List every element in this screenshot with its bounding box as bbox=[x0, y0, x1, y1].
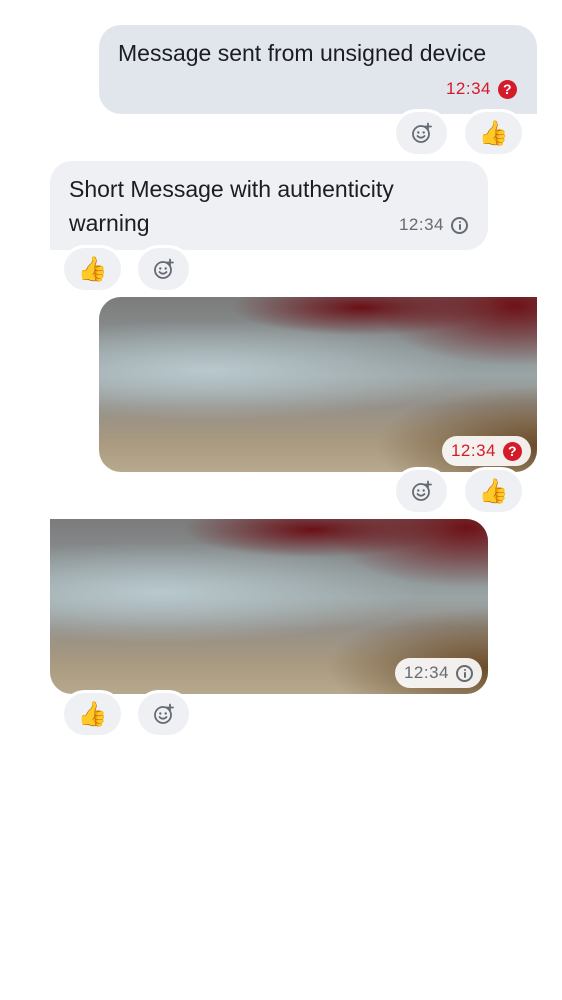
thumbs-up-reaction[interactable]: 👍 bbox=[61, 690, 124, 738]
thumbs-up-icon: 👍 bbox=[77, 255, 108, 283]
message-timestamp-row: 12:34 ? bbox=[441, 436, 531, 466]
message-text: Message sent from unsigned device bbox=[118, 40, 487, 66]
add-reaction-icon bbox=[153, 703, 175, 725]
add-reaction-button[interactable] bbox=[393, 467, 450, 515]
info-icon[interactable] bbox=[456, 664, 473, 682]
incoming-message-bubble[interactable]: Short Message with authenticity warning … bbox=[50, 161, 488, 250]
message-timestamp-row: 12:34 bbox=[394, 658, 482, 688]
thumbs-up-icon: 👍 bbox=[478, 119, 509, 147]
add-reaction-button[interactable] bbox=[135, 690, 192, 738]
message-timestamp: 12:34 bbox=[398, 215, 444, 234]
message-timestamp: 12:34 bbox=[450, 441, 496, 460]
help-icon[interactable]: ? bbox=[503, 441, 522, 461]
add-reaction-button[interactable] bbox=[135, 245, 192, 293]
info-icon[interactable] bbox=[451, 216, 468, 234]
help-icon[interactable]: ? bbox=[498, 79, 517, 99]
thumbs-up-reaction[interactable]: 👍 bbox=[462, 109, 525, 157]
add-reaction-icon bbox=[153, 258, 175, 280]
thumbs-up-reaction[interactable]: 👍 bbox=[462, 467, 525, 515]
add-reaction-icon bbox=[411, 480, 433, 502]
thumbs-up-icon: 👍 bbox=[478, 477, 509, 505]
thumbs-up-reaction[interactable]: 👍 bbox=[61, 245, 124, 293]
outgoing-image-message[interactable]: 12:34 ? bbox=[99, 297, 537, 472]
incoming-image-message[interactable]: 12:34 bbox=[50, 519, 488, 694]
outgoing-message-bubble[interactable]: Message sent from unsigned device 12:34 … bbox=[99, 25, 537, 114]
message-timestamp: 12:34 bbox=[403, 663, 449, 682]
add-reaction-icon bbox=[411, 122, 433, 144]
message-timestamp: 12:34 bbox=[445, 79, 491, 98]
thumbs-up-icon: 👍 bbox=[77, 700, 108, 728]
message-timestamp-row: 12:34 ? bbox=[446, 72, 517, 106]
message-timestamp-row: 12:34 bbox=[399, 208, 468, 242]
add-reaction-button[interactable] bbox=[393, 109, 450, 157]
